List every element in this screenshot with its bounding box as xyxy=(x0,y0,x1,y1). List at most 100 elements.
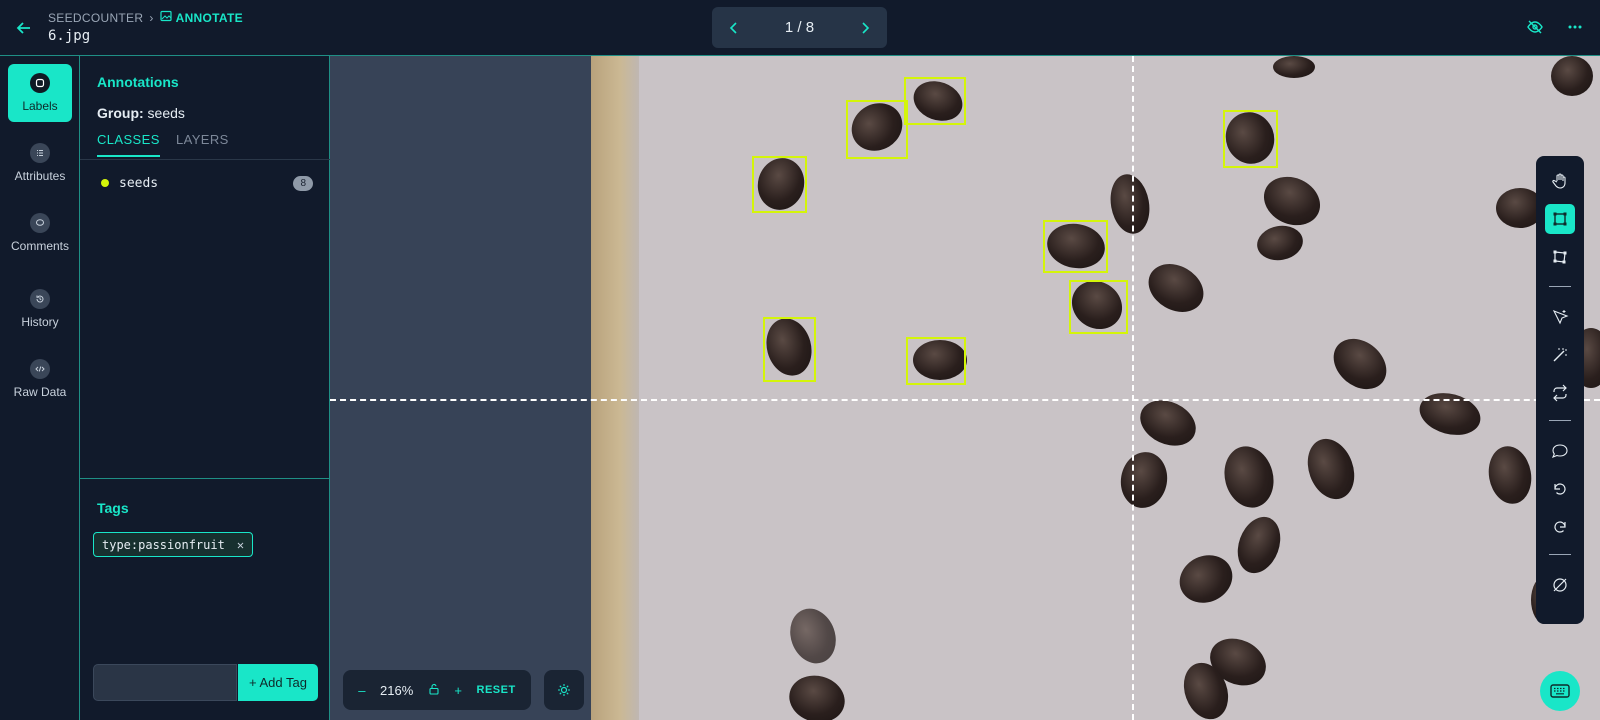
chevron-left-icon[interactable] xyxy=(726,20,742,36)
comment-icon xyxy=(30,213,50,233)
seed xyxy=(1484,442,1536,508)
annotated-image[interactable] xyxy=(591,56,1600,720)
undo-icon[interactable] xyxy=(1545,474,1575,504)
tag-chip: type:passionfruit ✕ xyxy=(93,532,254,557)
file-name: 6.jpg xyxy=(48,28,91,44)
nav-item-comments[interactable]: Comments xyxy=(8,204,72,262)
nav-item-labels[interactable]: Labels xyxy=(8,64,72,122)
crosshair-vertical xyxy=(1132,56,1134,720)
bounding-box-tool-icon[interactable] xyxy=(1545,204,1575,234)
seed xyxy=(1230,510,1288,580)
group-label: Group: seeds xyxy=(97,105,185,121)
group-key: Group: xyxy=(97,105,144,121)
seed xyxy=(1132,391,1204,455)
seed xyxy=(1323,328,1397,400)
back-arrow-icon[interactable] xyxy=(14,18,34,38)
annotation-bbox[interactable] xyxy=(1223,110,1278,168)
seed xyxy=(1171,546,1241,612)
magic-wand-icon[interactable] xyxy=(1545,340,1575,370)
class-color-dot xyxy=(101,179,109,187)
hand-pan-icon[interactable] xyxy=(1545,166,1575,196)
tag-chip-label: type:passionfruit xyxy=(102,537,225,552)
zoom-in-button[interactable]: + xyxy=(454,683,462,698)
seed xyxy=(1551,56,1593,96)
tab-layers[interactable]: LAYERS xyxy=(176,132,229,147)
nav-item-raw-data[interactable]: Raw Data xyxy=(8,350,72,408)
pager-text: 1 / 8 xyxy=(784,19,815,36)
zoom-out-button[interactable]: – xyxy=(358,683,365,698)
seed xyxy=(1217,440,1281,514)
tool-palette xyxy=(1536,156,1584,624)
divider xyxy=(80,478,330,479)
nav-item-attributes[interactable]: Attributes xyxy=(8,134,72,192)
more-options-icon[interactable] xyxy=(1566,18,1584,41)
image-edge xyxy=(591,56,639,720)
group-value: seeds xyxy=(147,105,185,121)
nav-item-label: Labels xyxy=(22,99,58,113)
breadcrumb: SEEDCOUNTER › ANNOTATE xyxy=(48,10,243,25)
code-icon xyxy=(30,359,50,379)
image-icon xyxy=(160,10,172,25)
zoom-level: 216% xyxy=(380,682,414,698)
nav-item-label: Raw Data xyxy=(13,385,67,399)
list-icon xyxy=(30,143,50,163)
annotation-bbox[interactable] xyxy=(752,156,807,213)
breadcrumb-separator-icon: › xyxy=(149,10,154,25)
clear-annotations-icon[interactable] xyxy=(1545,570,1575,600)
seed xyxy=(1299,432,1363,506)
seed xyxy=(1116,448,1172,512)
annotation-bbox[interactable] xyxy=(763,317,816,382)
seed xyxy=(1139,254,1213,322)
crosshair-horizontal xyxy=(330,399,1600,401)
image-pager: 1 / 8 xyxy=(712,7,887,48)
tags-title: Tags xyxy=(97,500,129,516)
top-bar: SEEDCOUNTER › ANNOTATE 6.jpg 1 / 8 xyxy=(0,0,1600,56)
unlock-icon[interactable] xyxy=(428,683,440,698)
comment-icon[interactable] xyxy=(1545,436,1575,466)
seed xyxy=(1255,167,1329,235)
divider xyxy=(1549,420,1571,421)
keyboard-shortcuts-icon[interactable] xyxy=(1540,671,1580,711)
history-icon xyxy=(30,289,50,309)
eye-off-icon[interactable] xyxy=(1526,18,1544,41)
nav-item-history[interactable]: History xyxy=(8,280,72,338)
tab-classes[interactable]: CLASSES xyxy=(97,132,160,157)
divider xyxy=(1549,286,1571,287)
divider xyxy=(1549,554,1571,555)
breadcrumb-mode: ANNOTATE xyxy=(160,10,243,25)
smart-select-icon[interactable] xyxy=(1545,302,1575,332)
annotation-bbox[interactable] xyxy=(904,77,966,125)
breadcrumb-mode-label: ANNOTATE xyxy=(175,10,243,25)
annotation-bbox[interactable] xyxy=(846,100,908,159)
seed xyxy=(1106,171,1154,237)
panel-tabs: CLASSES LAYERS xyxy=(80,132,330,160)
seed xyxy=(782,602,844,670)
label-icon xyxy=(30,73,50,93)
image-viewer[interactable]: – 216% + RESET xyxy=(330,56,1600,720)
annotation-bbox[interactable] xyxy=(1043,220,1108,273)
redo-icon[interactable] xyxy=(1545,512,1575,542)
add-tag-button[interactable]: + Add Tag xyxy=(238,664,318,701)
reset-button[interactable]: RESET xyxy=(477,684,516,696)
top-right-actions xyxy=(1526,18,1584,41)
seed xyxy=(1273,56,1315,78)
nav-item-label: History xyxy=(21,315,59,329)
annotations-panel: Annotations Group: seeds CLASSES LAYERS … xyxy=(80,56,330,720)
brightness-icon[interactable] xyxy=(544,670,584,710)
nav-item-label: Comments xyxy=(10,239,69,253)
close-icon[interactable]: ✕ xyxy=(237,538,244,552)
nav-item-label: Attributes xyxy=(14,169,66,183)
repeat-icon[interactable] xyxy=(1545,378,1575,408)
class-count-badge: 8 xyxy=(293,175,313,191)
breadcrumb-project[interactable]: SEEDCOUNTER xyxy=(48,11,143,25)
annotation-bbox[interactable] xyxy=(1069,280,1128,334)
tag-input[interactable] xyxy=(93,664,237,701)
class-row-seeds[interactable]: seeds 8 xyxy=(97,174,313,192)
chevron-right-icon[interactable] xyxy=(857,20,873,36)
polygon-tool-icon[interactable] xyxy=(1545,242,1575,272)
seed xyxy=(784,669,850,720)
seed xyxy=(1254,222,1306,264)
annotation-bbox[interactable] xyxy=(906,337,966,385)
left-navigation: Labels Attributes Comments History Raw D… xyxy=(0,56,80,720)
class-name: seeds xyxy=(119,175,159,191)
